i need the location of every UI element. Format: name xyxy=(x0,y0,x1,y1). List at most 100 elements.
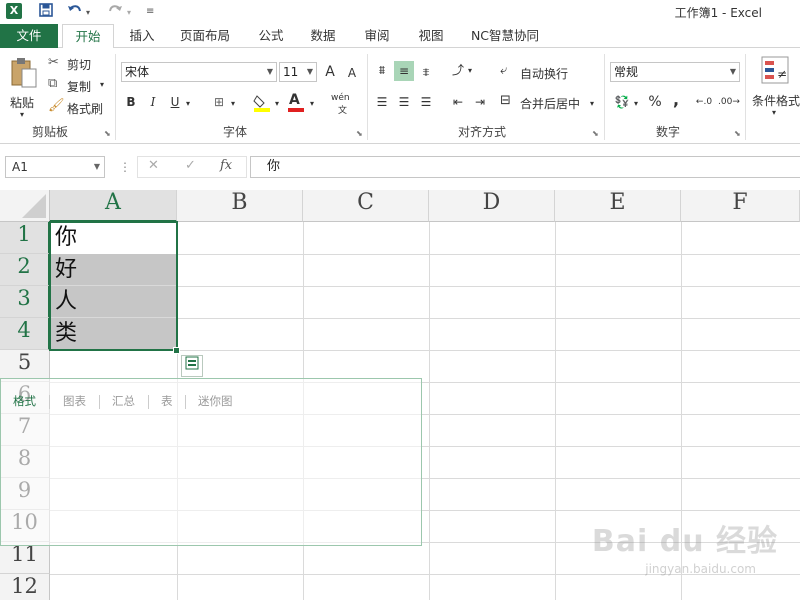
alignment-group-label: 对齐方式 xyxy=(457,125,506,139)
tab-home[interactable]: 开始 xyxy=(62,24,114,49)
insert-function-icon[interactable]: fx xyxy=(220,158,232,173)
tab-page-layout[interactable]: 页面布局 xyxy=(172,24,238,48)
wrap-text-label: 自动换行 xyxy=(520,67,569,81)
redo-icon[interactable] xyxy=(106,2,124,22)
fill-handle[interactable] xyxy=(173,347,180,354)
fill-dropdown-icon[interactable]: ▾ xyxy=(275,99,279,108)
merge-center-button[interactable]: ⊟ 合并后居中 ▾ xyxy=(500,92,596,112)
clipboard-launcher-icon[interactable]: ⬊ xyxy=(104,129,111,138)
tab-review[interactable]: 审阅 xyxy=(356,24,398,48)
underline-dropdown-icon[interactable]: ▾ xyxy=(186,99,190,108)
qa-tab-sparklines[interactable]: 迷你图 xyxy=(198,393,233,409)
shrink-font-button[interactable]: A xyxy=(342,63,362,83)
cut-button[interactable]: ✂ 剪切 xyxy=(48,54,108,72)
percent-button[interactable]: % xyxy=(645,92,665,112)
qa-tab-tables[interactable]: 表 xyxy=(161,393,173,409)
orientation-icon[interactable]: ⤴ xyxy=(448,60,468,80)
number-format-combo[interactable]: 常规 ▼ xyxy=(610,62,740,82)
formula-input[interactable]: 你 xyxy=(250,156,800,178)
increase-decimal-icon[interactable]: ←.0 xyxy=(694,92,714,112)
row-header-3[interactable]: 3 xyxy=(0,286,50,318)
align-middle-icon[interactable]: ≡ xyxy=(394,61,414,81)
borders-icon[interactable]: ⊞ xyxy=(209,92,229,112)
comma-button[interactable]: , xyxy=(666,90,686,110)
font-color-dropdown-icon[interactable]: ▾ xyxy=(310,99,314,108)
wrap-text-icon: ⤶ xyxy=(500,63,508,78)
qa-tab-charts[interactable]: 图表 xyxy=(63,393,86,409)
copy-button[interactable]: ⧉ 复制 ▾ xyxy=(48,76,110,94)
row-header-2[interactable]: 2 xyxy=(0,254,50,286)
copy-icon: ⧉ xyxy=(48,76,58,91)
align-top-icon[interactable]: ⩩ xyxy=(372,60,392,80)
align-center-icon[interactable]: ☰ xyxy=(394,92,414,112)
redo-dropdown-icon[interactable]: ▾ xyxy=(127,8,131,17)
row-header-1[interactable]: 1 xyxy=(0,222,50,254)
borders-dropdown-icon[interactable]: ▾ xyxy=(231,99,235,108)
font-size-value: 11 xyxy=(283,65,299,79)
customize-toolbar-icon[interactable]: ≡ xyxy=(146,6,154,17)
undo-dropdown-icon[interactable]: ▾ xyxy=(86,8,90,17)
tab-formulas[interactable]: 公式 xyxy=(250,24,292,48)
font-launcher-icon[interactable]: ⬊ xyxy=(356,129,363,138)
name-box-value: A1 xyxy=(12,160,28,174)
italic-button[interactable]: I xyxy=(143,92,163,112)
row-header-4[interactable]: 4 xyxy=(0,318,50,350)
wrap-text-button[interactable]: ⤶ 自动换行 xyxy=(500,62,582,82)
align-right-icon[interactable]: ☰ xyxy=(416,92,436,112)
row-header-11[interactable]: 11 xyxy=(0,542,50,574)
column-header-a[interactable]: A xyxy=(50,190,177,222)
quick-analysis-icon[interactable] xyxy=(181,355,203,377)
conditional-format-button[interactable]: ≠ 条件格式 ▾ xyxy=(750,56,800,122)
font-color-icon: A xyxy=(289,92,300,108)
grow-font-button[interactable]: A xyxy=(320,62,340,82)
phonetic-button[interactable]: wén xyxy=(331,93,350,103)
tab-insert[interactable]: 插入 xyxy=(120,24,164,48)
alignment-launcher-icon[interactable]: ⬊ xyxy=(592,129,599,138)
increase-indent-icon[interactable]: ⇥ xyxy=(470,92,490,112)
align-left-icon[interactable]: ☰ xyxy=(372,92,392,112)
qa-tab-format[interactable]: 格式 xyxy=(13,393,36,409)
decrease-decimal-icon[interactable]: .00→ xyxy=(718,92,740,112)
font-color-button[interactable]: A xyxy=(286,92,308,114)
bold-button[interactable]: B xyxy=(121,92,141,112)
cancel-icon[interactable]: ✕ xyxy=(148,158,159,173)
paste-button[interactable]: 粘贴 ▾ xyxy=(6,56,42,119)
underline-button[interactable]: U xyxy=(165,92,185,112)
tab-file[interactable]: 文件 xyxy=(0,24,58,48)
column-header-f[interactable]: F xyxy=(681,190,800,222)
name-box[interactable]: A1 ▼ xyxy=(5,156,105,178)
accounting-dropdown-icon[interactable]: ▾ xyxy=(634,99,638,108)
font-size-combo[interactable]: 11 ▼ xyxy=(279,62,317,82)
enter-icon[interactable]: ✓ xyxy=(185,158,196,173)
formula-buttons: ✕ ✓ fx xyxy=(137,156,247,178)
select-all-corner[interactable] xyxy=(0,190,50,222)
column-header-d[interactable]: D xyxy=(429,190,555,222)
merge-dropdown-icon: ▾ xyxy=(590,99,595,108)
tab-view[interactable]: 视图 xyxy=(410,24,452,48)
font-name-combo[interactable]: 宋体 ▼ xyxy=(121,62,277,82)
row-header-12[interactable]: 12 xyxy=(0,574,50,600)
column-header-c[interactable]: C xyxy=(303,190,429,222)
column-header-b[interactable]: B xyxy=(177,190,303,222)
number-launcher-icon[interactable]: ⬊ xyxy=(734,129,741,138)
qa-tab-totals[interactable]: 汇总 xyxy=(112,393,135,409)
excel-logo-icon: X xyxy=(6,3,22,19)
save-icon[interactable] xyxy=(38,2,54,22)
copy-dropdown-icon: ▾ xyxy=(100,80,105,89)
more-options-icon[interactable]: ⋮ xyxy=(119,160,131,174)
divider xyxy=(148,395,149,409)
decrease-indent-icon[interactable]: ⇤ xyxy=(448,92,468,112)
orientation-dropdown-icon[interactable]: ▾ xyxy=(468,66,472,75)
tab-nc[interactable]: NC智慧协同 xyxy=(462,24,548,48)
accounting-format-icon[interactable]: 💱 xyxy=(612,92,632,112)
ribbon: 粘贴 ▾ ✂ 剪切 ⧉ 复制 ▾ 🖌 格式刷 剪贴板 ⬊ 宋体 ▼ 11 ▼ A… xyxy=(0,48,800,144)
tab-data[interactable]: 数据 xyxy=(302,24,344,48)
fill-bucket-icon xyxy=(253,95,270,112)
format-painter-button[interactable]: 🖌 格式刷 xyxy=(48,98,110,116)
align-bottom-icon[interactable]: ⩨ xyxy=(416,62,436,82)
fill-color-button[interactable] xyxy=(252,92,274,114)
column-header-e[interactable]: E xyxy=(555,190,681,222)
baidu-watermark: Bai du 经验 xyxy=(591,524,778,559)
undo-icon[interactable] xyxy=(66,2,84,22)
chevron-down-icon: ▼ xyxy=(306,67,313,76)
